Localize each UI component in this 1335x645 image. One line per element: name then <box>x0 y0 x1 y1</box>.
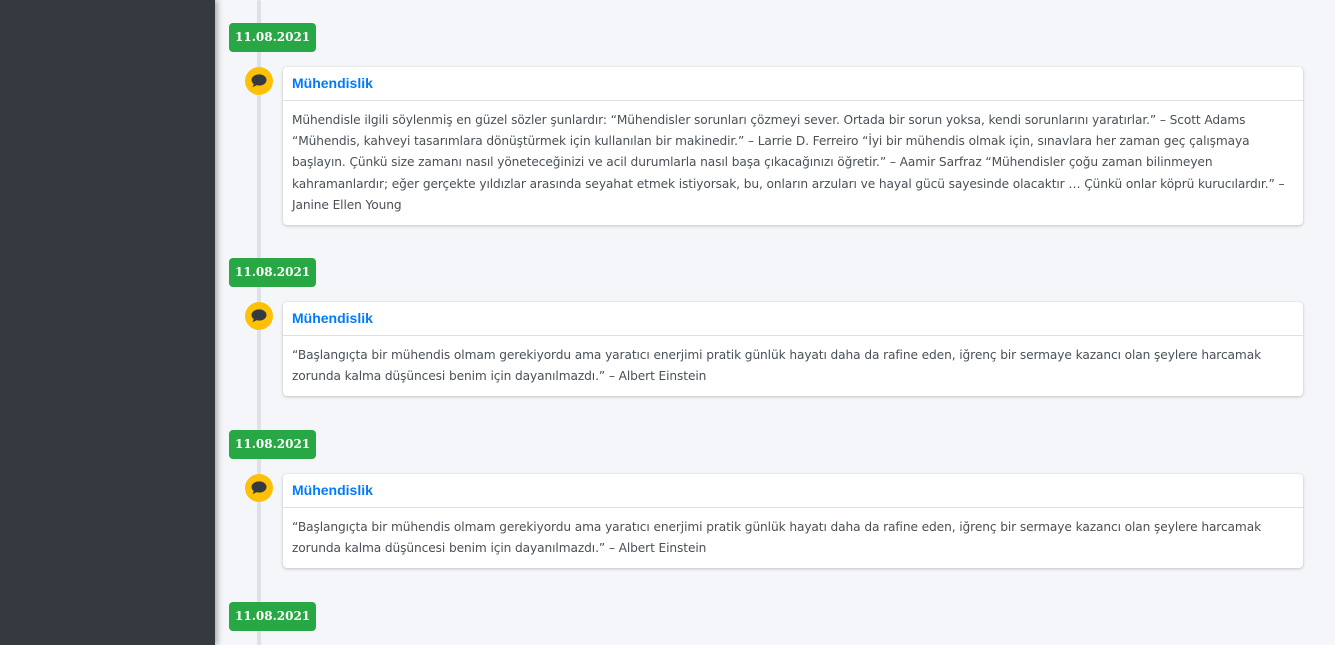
date-badge: 11.08.2021 <box>229 258 317 287</box>
date-badge: 11.08.2021 <box>229 602 317 631</box>
comment-icon <box>245 474 273 502</box>
comment-icon <box>245 67 273 95</box>
timeline-item: Mühendislik “Başlangıçta bir mühendis ol… <box>283 474 1303 569</box>
main-content: 11.08.2021 Mühendislik Mühendisle ilgili… <box>215 0 1335 645</box>
timeline-item: Mühendislik Mühendisle ilgili söylenmiş … <box>283 67 1303 226</box>
comment-icon <box>245 302 273 330</box>
timeline-item-body: Mühendisle ilgili söylenmiş en güzel söz… <box>292 113 1285 212</box>
timeline-item-title[interactable]: Mühendislik <box>283 67 1303 101</box>
sidebar <box>0 0 215 645</box>
timeline-item-body: “Başlangıçta bir mühendis olmam gerekiyo… <box>292 520 1262 556</box>
timeline-item: Mühendislik “Başlangıçta bir mühendis ol… <box>283 302 1303 397</box>
date-badge: 11.08.2021 <box>229 430 317 459</box>
timeline-item-title[interactable]: Mühendislik <box>283 474 1303 508</box>
timeline-item-body: “Başlangıçta bir mühendis olmam gerekiyo… <box>292 348 1262 384</box>
timeline-item-title[interactable]: Mühendislik <box>283 302 1303 336</box>
date-badge: 11.08.2021 <box>229 23 317 52</box>
